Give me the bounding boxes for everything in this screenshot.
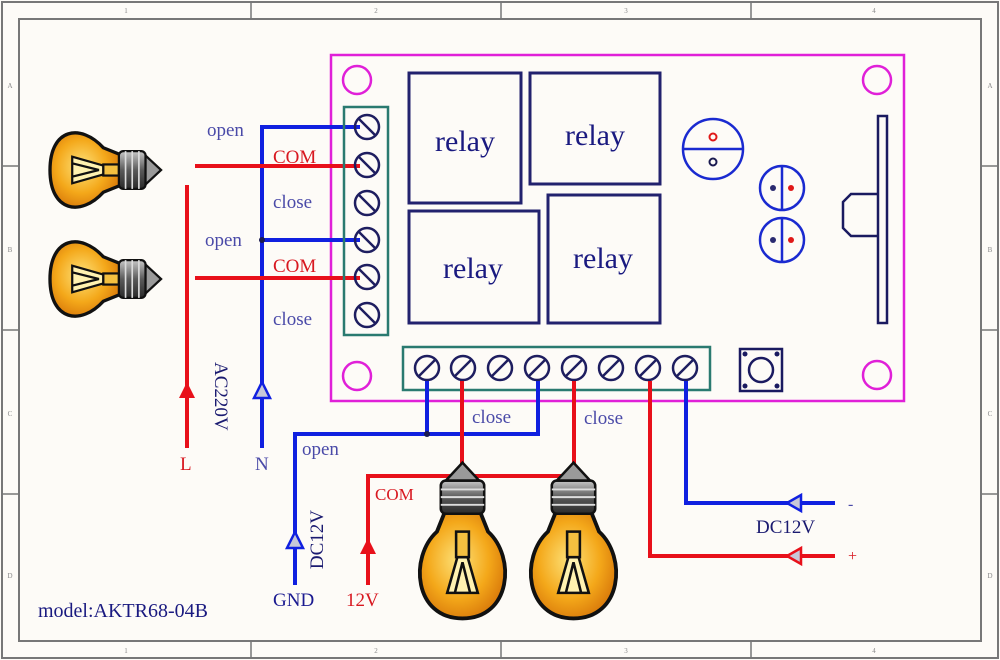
terminal-label: open (207, 120, 244, 141)
dc-minus-label: - (848, 496, 853, 513)
relay-label: relay (443, 252, 503, 285)
close-label: close (584, 408, 623, 429)
live-label: L (180, 454, 192, 475)
column-marker: 2 (374, 7, 378, 15)
open-label: open (302, 439, 339, 460)
ac-voltage-label: AC220V (210, 362, 231, 431)
column-marker: 3 (624, 647, 628, 655)
gnd-label: GND (273, 590, 314, 611)
column-marker: 1 (124, 647, 128, 655)
row-marker: A (987, 82, 992, 90)
dc-plus-label: + (848, 548, 857, 565)
diagram-canvas: 1 2 3 4 1 2 3 4 A B C D A B C D relay re… (1, 1, 999, 659)
terminal-label: open (205, 230, 242, 251)
row-marker: C (988, 410, 993, 418)
relay-label: relay (573, 242, 633, 275)
column-marker: 1 (124, 7, 128, 15)
model-label: model:AKTR68-04B (38, 600, 208, 622)
close-label: close (472, 407, 511, 428)
row-marker: C (8, 410, 13, 418)
row-marker: A (7, 82, 12, 90)
dc-input-label: DC12V (756, 517, 815, 538)
terminal-label: close (273, 309, 312, 330)
column-marker: 4 (872, 7, 876, 15)
wiring-diagram: 1 2 3 4 1 2 3 4 A B C D A B C D relay re… (0, 0, 1000, 660)
terminal-label: COM (273, 147, 316, 168)
dc-voltage-label: DC12V (307, 510, 328, 569)
relay-label: relay (565, 119, 625, 152)
row-marker: D (987, 572, 992, 580)
column-marker: 4 (872, 647, 876, 655)
relay-label: relay (435, 125, 495, 158)
row-marker: D (7, 572, 12, 580)
com-label: COM (375, 485, 414, 504)
terminal-label: COM (273, 256, 316, 277)
column-marker: 2 (374, 647, 378, 655)
row-marker: B (8, 246, 13, 254)
terminal-label: close (273, 192, 312, 213)
column-marker: 3 (624, 7, 628, 15)
neutral-label: N (255, 454, 269, 475)
row-marker: B (988, 246, 993, 254)
v12-label: 12V (346, 590, 379, 611)
